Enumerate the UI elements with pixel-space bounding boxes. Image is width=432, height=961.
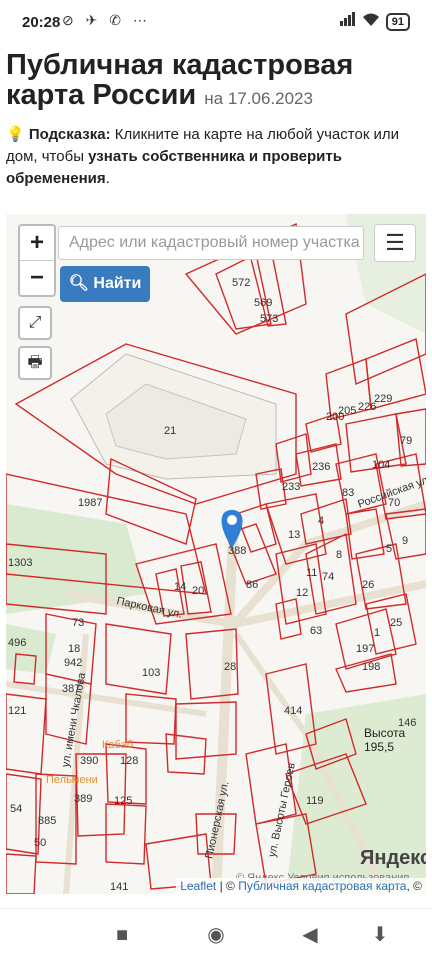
svg-text:50: 50 [34, 837, 46, 849]
search-input[interactable]: Адрес или кадастровый номер участка [58, 226, 364, 260]
svg-text:12: 12 [296, 587, 308, 599]
svg-text:942: 942 [64, 657, 82, 669]
svg-text:229: 229 [374, 393, 392, 405]
hint-label: Подсказка: [28, 126, 111, 143]
status-bar: 20:28 ⊘ ✈ ✆ ⋯ 91 [0, 0, 432, 46]
fullscreen-icon[interactable]: ⤢ [18, 306, 52, 340]
svg-text:1987: 1987 [78, 497, 102, 509]
recent-apps-icon[interactable]: ■ [108, 921, 136, 949]
leaflet-link[interactable]: Leaflet [180, 879, 216, 893]
svg-text:54: 54 [10, 803, 22, 815]
svg-text:26: 26 [362, 579, 374, 591]
svg-text:8: 8 [336, 549, 342, 561]
svg-text:18: 18 [68, 643, 80, 655]
svg-text:25: 25 [390, 617, 402, 629]
svg-text:572: 572 [232, 277, 250, 289]
yandex-logo: Яндекс [360, 847, 426, 869]
svg-text:83: 83 [342, 487, 354, 499]
svg-text:233: 233 [282, 481, 300, 493]
svg-text:496: 496 [8, 637, 26, 649]
svg-text:14: 14 [174, 581, 186, 593]
svg-text:104: 104 [372, 459, 390, 471]
zoom-out-button[interactable]: − [20, 261, 54, 295]
svg-text:390: 390 [80, 755, 98, 767]
svg-text:125: 125 [114, 795, 132, 807]
zoom-in-button[interactable]: + [20, 226, 54, 261]
svg-text:200: 200 [326, 411, 344, 423]
svg-text:236: 236 [312, 461, 330, 473]
svg-text:5: 5 [386, 543, 392, 555]
map-attribution: Leaflet | © Публичная кадастровая карта,… [176, 878, 426, 894]
home-icon[interactable]: ◉ [202, 921, 230, 949]
svg-text:103: 103 [142, 667, 160, 679]
status-right: 91 [339, 12, 410, 31]
poi-label[interactable]: Пельмени [46, 774, 98, 786]
svg-text:1303: 1303 [8, 557, 32, 569]
menu-icon[interactable]: ☰ [374, 224, 416, 262]
svg-text:198: 198 [362, 661, 380, 673]
svg-text:11: 11 [306, 567, 317, 579]
notification-icons: ⊘ ✈ ✆ ⋯ [62, 12, 151, 28]
lightbulb-icon: 💡 [6, 126, 25, 143]
back-icon[interactable]: ◀ [296, 921, 324, 949]
svg-text:28: 28 [224, 661, 236, 673]
svg-text:573: 573 [260, 313, 278, 325]
svg-text:9: 9 [402, 535, 408, 547]
svg-text:119: 119 [306, 795, 324, 807]
signal-icon [339, 12, 356, 31]
svg-text:86: 86 [246, 579, 258, 591]
svg-text:79: 79 [400, 435, 412, 447]
height-label: Высота 195,5 [364, 726, 406, 754]
svg-text:21: 21 [164, 425, 176, 437]
svg-text:20: 20 [192, 585, 204, 597]
pkk-link[interactable]: Публичная кадастровая карта [238, 879, 406, 893]
map-canvas[interactable]: 572569573 2119871303 49614 20 86134 1211 7… [6, 214, 426, 894]
svg-text:128: 128 [120, 755, 138, 767]
svg-text:4: 4 [318, 515, 324, 527]
android-nav-bar: ■ ◉ ◀ ⬇ [0, 908, 432, 961]
svg-text:13: 13 [288, 529, 300, 541]
svg-text:885: 885 [38, 815, 56, 827]
svg-text:121: 121 [8, 705, 26, 717]
print-icon[interactable]: 🖶 [18, 346, 52, 380]
hint-text: 💡 Подсказка: Кликните на карте на любой … [6, 126, 400, 187]
find-button[interactable]: 🔍︎ Найти [60, 266, 150, 302]
poi-label[interactable]: Кабаб [102, 739, 133, 751]
wifi-icon [362, 12, 380, 31]
find-button-label: Найти [93, 275, 142, 292]
search-icon: 🔍︎ [68, 275, 89, 292]
svg-text:197: 197 [356, 643, 374, 655]
svg-text:389: 389 [74, 793, 92, 805]
cadastral-map[interactable]: 572 569 573 21 1987 1303 496 14 20 86 13 4 12 11 7… [6, 214, 426, 894]
location-marker-icon [221, 510, 243, 548]
svg-text:1: 1 [374, 627, 380, 639]
svg-text:74: 74 [322, 571, 334, 583]
svg-text:63: 63 [310, 625, 322, 637]
clock: 20:28 [22, 14, 61, 31]
date-label: на 17.06.2023 [204, 89, 313, 108]
assistant-icon[interactable]: ⬇ [366, 921, 394, 949]
svg-text:141: 141 [110, 881, 128, 893]
zoom-control[interactable]: + − [18, 224, 56, 297]
svg-text:569: 569 [254, 297, 272, 309]
svg-text:388: 388 [228, 545, 246, 557]
svg-text:73: 73 [72, 617, 84, 629]
battery-indicator: 91 [385, 12, 410, 31]
svg-text:414: 414 [284, 705, 302, 717]
page-title: Публичная кадастровая карта России на 17… [6, 50, 426, 114]
